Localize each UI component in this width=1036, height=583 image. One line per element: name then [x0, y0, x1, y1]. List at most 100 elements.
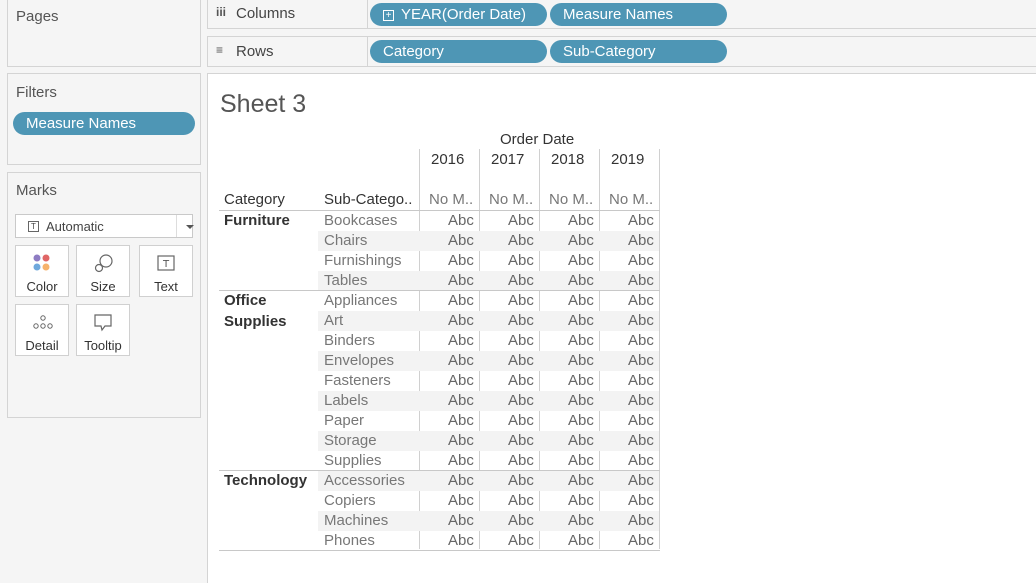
subcategory-label[interactable]: Copiers: [324, 492, 376, 509]
subcategory-label[interactable]: Appliances: [324, 292, 397, 309]
table-cell[interactable]: Abc: [628, 292, 654, 309]
table-cell[interactable]: Abc: [448, 272, 474, 289]
table-cell[interactable]: Abc: [448, 252, 474, 269]
subcategory-label[interactable]: Bookcases: [324, 212, 397, 229]
table-cell[interactable]: Abc: [448, 232, 474, 249]
category-header[interactable]: Category: [224, 191, 285, 208]
measure-names-header[interactable]: No M..: [549, 191, 593, 208]
table-cell[interactable]: Abc: [508, 472, 534, 489]
table-cell[interactable]: Abc: [628, 272, 654, 289]
subcategory-label[interactable]: Chairs: [324, 232, 367, 249]
table-cell[interactable]: Abc: [508, 232, 534, 249]
table-cell[interactable]: Abc: [568, 292, 594, 309]
size-button[interactable]: Size: [76, 245, 130, 297]
table-cell[interactable]: Abc: [508, 392, 534, 409]
table-cell[interactable]: Abc: [508, 332, 534, 349]
table-cell[interactable]: Abc: [508, 272, 534, 289]
filters-card[interactable]: Filters Measure Names: [7, 73, 201, 165]
table-cell[interactable]: Abc: [628, 392, 654, 409]
table-cell[interactable]: Abc: [568, 332, 594, 349]
table-cell[interactable]: Abc: [508, 492, 534, 509]
subcategory-label[interactable]: Tables: [324, 272, 367, 289]
table-cell[interactable]: Abc: [628, 372, 654, 389]
table-cell[interactable]: Abc: [508, 432, 534, 449]
subcategory-label[interactable]: Envelopes: [324, 352, 394, 369]
measure-names-header[interactable]: No M..: [429, 191, 473, 208]
table-cell[interactable]: Abc: [448, 452, 474, 469]
table-cell[interactable]: Abc: [448, 472, 474, 489]
subcategory-label[interactable]: Phones: [324, 532, 375, 549]
columns-pill-measure-names[interactable]: Measure Names: [550, 3, 727, 26]
table-cell[interactable]: Abc: [568, 412, 594, 429]
table-cell[interactable]: Abc: [568, 312, 594, 329]
table-cell[interactable]: Abc: [628, 512, 654, 529]
table-cell[interactable]: Abc: [508, 512, 534, 529]
table-cell[interactable]: Abc: [508, 372, 534, 389]
table-cell[interactable]: Abc: [628, 492, 654, 509]
table-cell[interactable]: Abc: [568, 532, 594, 549]
subcategory-label[interactable]: Supplies: [324, 452, 382, 469]
table-cell[interactable]: Abc: [568, 512, 594, 529]
color-button[interactable]: Color: [15, 245, 69, 297]
columns-shelf[interactable]: iii Columns + YEAR(Order Date) Measure Na…: [207, 0, 1036, 29]
worksheet-canvas[interactable]: Sheet 3 Order Date Category Sub-Catego..…: [207, 73, 1036, 583]
table-cell[interactable]: Abc: [568, 432, 594, 449]
year-header-2019[interactable]: 2019: [611, 151, 644, 168]
filter-pill-measure-names[interactable]: Measure Names: [13, 112, 195, 135]
rows-pill-category[interactable]: Category: [370, 40, 547, 63]
table-cell[interactable]: Abc: [568, 372, 594, 389]
year-header-2016[interactable]: 2016: [431, 151, 464, 168]
table-cell[interactable]: Abc: [628, 412, 654, 429]
tooltip-button[interactable]: Tooltip: [76, 304, 130, 356]
table-cell[interactable]: Abc: [568, 392, 594, 409]
order-date-header[interactable]: Order Date: [500, 131, 574, 148]
table-cell[interactable]: Abc: [508, 352, 534, 369]
table-cell[interactable]: Abc: [568, 252, 594, 269]
table-cell[interactable]: Abc: [568, 352, 594, 369]
table-cell[interactable]: Abc: [568, 472, 594, 489]
pages-card[interactable]: Pages: [7, 0, 201, 67]
detail-button[interactable]: Detail: [15, 304, 69, 356]
table-cell[interactable]: Abc: [568, 212, 594, 229]
table-cell[interactable]: Abc: [508, 412, 534, 429]
table-cell[interactable]: Abc: [508, 212, 534, 229]
table-cell[interactable]: Abc: [508, 452, 534, 469]
subcategory-label[interactable]: Accessories: [324, 472, 405, 489]
table-cell[interactable]: Abc: [448, 512, 474, 529]
table-cell[interactable]: Abc: [448, 332, 474, 349]
subcategory-label[interactable]: Furnishings: [324, 252, 402, 269]
table-cell[interactable]: Abc: [628, 472, 654, 489]
expand-icon[interactable]: +: [383, 10, 394, 21]
table-cell[interactable]: Abc: [628, 332, 654, 349]
columns-pill-year-order-date[interactable]: + YEAR(Order Date): [370, 3, 547, 26]
subcategory-label[interactable]: Paper: [324, 412, 364, 429]
table-cell[interactable]: Abc: [448, 532, 474, 549]
table-cell[interactable]: Abc: [628, 352, 654, 369]
year-header-2018[interactable]: 2018: [551, 151, 584, 168]
text-button[interactable]: T Text: [139, 245, 193, 297]
table-cell[interactable]: Abc: [628, 212, 654, 229]
table-cell[interactable]: Abc: [448, 212, 474, 229]
table-cell[interactable]: Abc: [448, 492, 474, 509]
table-cell[interactable]: Abc: [508, 532, 534, 549]
table-cell[interactable]: Abc: [448, 292, 474, 309]
table-cell[interactable]: Abc: [628, 452, 654, 469]
rows-pill-sub-category[interactable]: Sub-Category: [550, 40, 727, 63]
category-label[interactable]: Office Supplies: [224, 290, 314, 332]
table-cell[interactable]: Abc: [508, 252, 534, 269]
category-label[interactable]: Furniture: [224, 210, 314, 231]
chevron-down-icon[interactable]: [186, 225, 194, 229]
table-cell[interactable]: Abc: [628, 432, 654, 449]
table-cell[interactable]: Abc: [568, 272, 594, 289]
table-cell[interactable]: Abc: [628, 232, 654, 249]
sheet-title[interactable]: Sheet 3: [220, 90, 306, 119]
subcategory-label[interactable]: Labels: [324, 392, 368, 409]
table-cell[interactable]: Abc: [568, 492, 594, 509]
subcategory-label[interactable]: Binders: [324, 332, 375, 349]
category-label[interactable]: Technology: [224, 470, 314, 491]
table-cell[interactable]: Abc: [448, 392, 474, 409]
subcategory-label[interactable]: Art: [324, 312, 343, 329]
subcategory-header[interactable]: Sub-Catego..: [324, 191, 412, 208]
table-cell[interactable]: Abc: [448, 372, 474, 389]
table-cell[interactable]: Abc: [628, 252, 654, 269]
